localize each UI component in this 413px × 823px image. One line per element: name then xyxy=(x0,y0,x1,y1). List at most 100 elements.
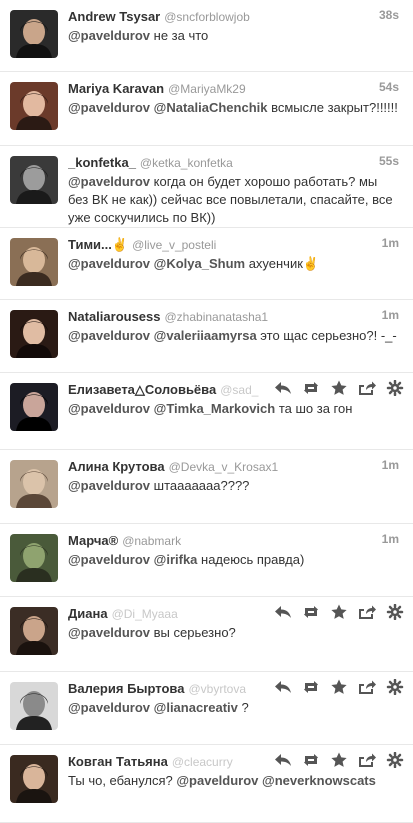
tweet-item[interactable]: Валерия Быртова @vbyrtova @paveldurov @lia… xyxy=(0,672,413,745)
share-icon[interactable] xyxy=(355,377,379,399)
mention-link[interactable]: @paveldurov xyxy=(68,174,150,189)
retweet-icon[interactable] xyxy=(299,377,323,399)
mention-link[interactable]: @paveldurov xyxy=(68,401,150,416)
avatar[interactable] xyxy=(10,383,58,431)
author-name[interactable]: Тими...✌ xyxy=(68,237,128,252)
tweet-item[interactable]: Алина Крутова @Devka_v_Krosax1 1m @paveldur… xyxy=(0,450,413,524)
gear-icon[interactable] xyxy=(383,676,407,698)
tweet-text: @paveldurov штааааааа???? xyxy=(68,477,399,495)
star-icon[interactable] xyxy=(327,749,351,771)
gear-icon[interactable] xyxy=(383,377,407,399)
author-name[interactable]: Andrew Tsysar xyxy=(68,9,160,24)
retweet-icon[interactable] xyxy=(299,601,323,623)
author-handle[interactable]: @MariyaMk29 xyxy=(168,82,246,96)
tweet-timestamp[interactable]: 1m xyxy=(382,308,399,322)
star-icon[interactable] xyxy=(327,676,351,698)
avatar[interactable] xyxy=(10,460,58,508)
tweet-timestamp[interactable]: 38s xyxy=(379,8,399,22)
tweet-text: @paveldurov @Kolya_Shum ахуенчик✌ xyxy=(68,255,399,273)
retweet-icon[interactable] xyxy=(299,676,323,698)
tweet-item[interactable]: Mariya Karavan @MariyaMk29 54s @paveldurov … xyxy=(0,72,413,146)
mention-link[interactable]: @paveldurov xyxy=(68,552,150,567)
mention-link[interactable]: @paveldurov xyxy=(68,100,150,115)
mention-link[interactable]: @NataliaChenchik xyxy=(154,100,268,115)
avatar[interactable] xyxy=(10,310,58,358)
author-handle[interactable]: @sncforblowjob xyxy=(164,10,250,24)
author-name[interactable]: Марча® xyxy=(68,533,118,548)
author-handle[interactable]: @sad_ xyxy=(220,383,258,397)
tweet-item[interactable]: Andrew Tsysar @sncforblowjob 38s @pavelduro… xyxy=(0,0,413,72)
tweet-text: @paveldurov @Timka_Markovich та шо за го… xyxy=(68,400,399,418)
tweet-header: Nataliarousess @zhabinanatasha1 xyxy=(68,308,399,326)
author-handle[interactable]: @Devka_v_Krosax1 xyxy=(169,460,279,474)
mention-link[interactable]: @paveldurov xyxy=(68,328,150,343)
mention-link[interactable]: @paveldurov xyxy=(68,28,150,43)
share-icon[interactable] xyxy=(355,676,379,698)
gear-icon[interactable] xyxy=(383,749,407,771)
mention-link[interactable]: @paveldurov xyxy=(68,478,150,493)
author-name[interactable]: _konfetka_ xyxy=(68,155,136,170)
avatar[interactable] xyxy=(10,10,58,58)
tweet-text-segment: ? xyxy=(237,700,249,715)
mention-link[interactable]: @paveldurov xyxy=(68,625,150,640)
reply-icon[interactable] xyxy=(271,676,295,698)
mention-link[interactable]: @valeriiaamyrsa xyxy=(154,328,257,343)
avatar[interactable] xyxy=(10,534,58,582)
tweet-timestamp[interactable]: 1m xyxy=(382,458,399,472)
tweet-item[interactable]: Елизавета△Соловьёва @sad_ @paveldurov @Tim… xyxy=(0,373,413,450)
author-handle[interactable]: @ketka_konfetka xyxy=(140,156,233,170)
mention-link[interactable]: @paveldurov xyxy=(68,700,150,715)
mention-link[interactable]: @paveldurov xyxy=(68,256,150,271)
tweet-timestamp[interactable]: 54s xyxy=(379,80,399,94)
tweet-item[interactable]: Ковган Татьяна @cleacurry Ты чо, ебанулся?… xyxy=(0,745,413,823)
tweet-timestamp[interactable]: 55s xyxy=(379,154,399,168)
tweet-text: @paveldurov не за что xyxy=(68,27,399,45)
reply-icon[interactable] xyxy=(271,601,295,623)
reply-icon[interactable] xyxy=(271,377,295,399)
tweet-item[interactable]: Диана @Di_Myaaa @paveldurov вы серьезно? xyxy=(0,597,413,672)
tweet-item[interactable]: Марча® @nabmark 1m @paveldurov @irifka наде… xyxy=(0,524,413,597)
tweet-text-segment: штааааааа???? xyxy=(150,478,250,493)
tweet-timestamp[interactable]: 1m xyxy=(382,532,399,546)
avatar[interactable] xyxy=(10,82,58,130)
author-name[interactable]: Диана xyxy=(68,606,108,621)
star-icon[interactable] xyxy=(327,377,351,399)
tweet-item[interactable]: Тими...✌ @live_v_posteli 1m @paveldurov @Ko… xyxy=(0,228,413,300)
mention-link[interactable]: @Kolya_Shum xyxy=(154,256,245,271)
tweet-text-segment: не за что xyxy=(150,28,209,43)
tweet-text: @paveldurov @lianacreativ ? xyxy=(68,699,399,717)
mention-link[interactable]: @neverknowscats xyxy=(262,773,376,788)
author-name[interactable]: Алина Крутова xyxy=(68,459,165,474)
mention-link[interactable]: @irifka xyxy=(154,552,198,567)
avatar[interactable] xyxy=(10,238,58,286)
author-name[interactable]: Ковган Татьяна xyxy=(68,754,168,769)
author-handle[interactable]: @Di_Myaaa xyxy=(112,607,178,621)
author-handle[interactable]: @nabmark xyxy=(122,534,181,548)
author-name[interactable]: Валерия Быртова xyxy=(68,681,184,696)
avatar[interactable] xyxy=(10,755,58,803)
reply-icon[interactable] xyxy=(271,749,295,771)
author-name[interactable]: Елизавета△Соловьёва xyxy=(68,382,216,397)
avatar[interactable] xyxy=(10,682,58,730)
avatar[interactable] xyxy=(10,607,58,655)
author-handle[interactable]: @zhabinanatasha1 xyxy=(165,310,269,324)
author-handle[interactable]: @cleacurry xyxy=(172,755,233,769)
star-icon[interactable] xyxy=(327,601,351,623)
tweet-text-segment: надеюсь правда) xyxy=(197,552,305,567)
share-icon[interactable] xyxy=(355,749,379,771)
author-name[interactable]: Mariya Karavan xyxy=(68,81,164,96)
tweet-timestamp[interactable]: 1m xyxy=(382,236,399,250)
mention-link[interactable]: @paveldurov xyxy=(176,773,258,788)
tweet-text: @paveldurov @NataliaChenchik всмысле зак… xyxy=(68,99,399,117)
tweet-item[interactable]: _konfetka_ @ketka_konfetka 55s @paveldurov … xyxy=(0,146,413,228)
gear-icon[interactable] xyxy=(383,601,407,623)
tweet-item[interactable]: Nataliarousess @zhabinanatasha1 1m @paveldu… xyxy=(0,300,413,373)
author-handle[interactable]: @vbyrtova xyxy=(188,682,246,696)
mention-link[interactable]: @lianacreativ xyxy=(154,700,238,715)
share-icon[interactable] xyxy=(355,601,379,623)
author-name[interactable]: Nataliarousess xyxy=(68,309,161,324)
retweet-icon[interactable] xyxy=(299,749,323,771)
author-handle[interactable]: @live_v_posteli xyxy=(132,238,216,252)
avatar[interactable] xyxy=(10,156,58,204)
mention-link[interactable]: @Timka_Markovich xyxy=(154,401,276,416)
